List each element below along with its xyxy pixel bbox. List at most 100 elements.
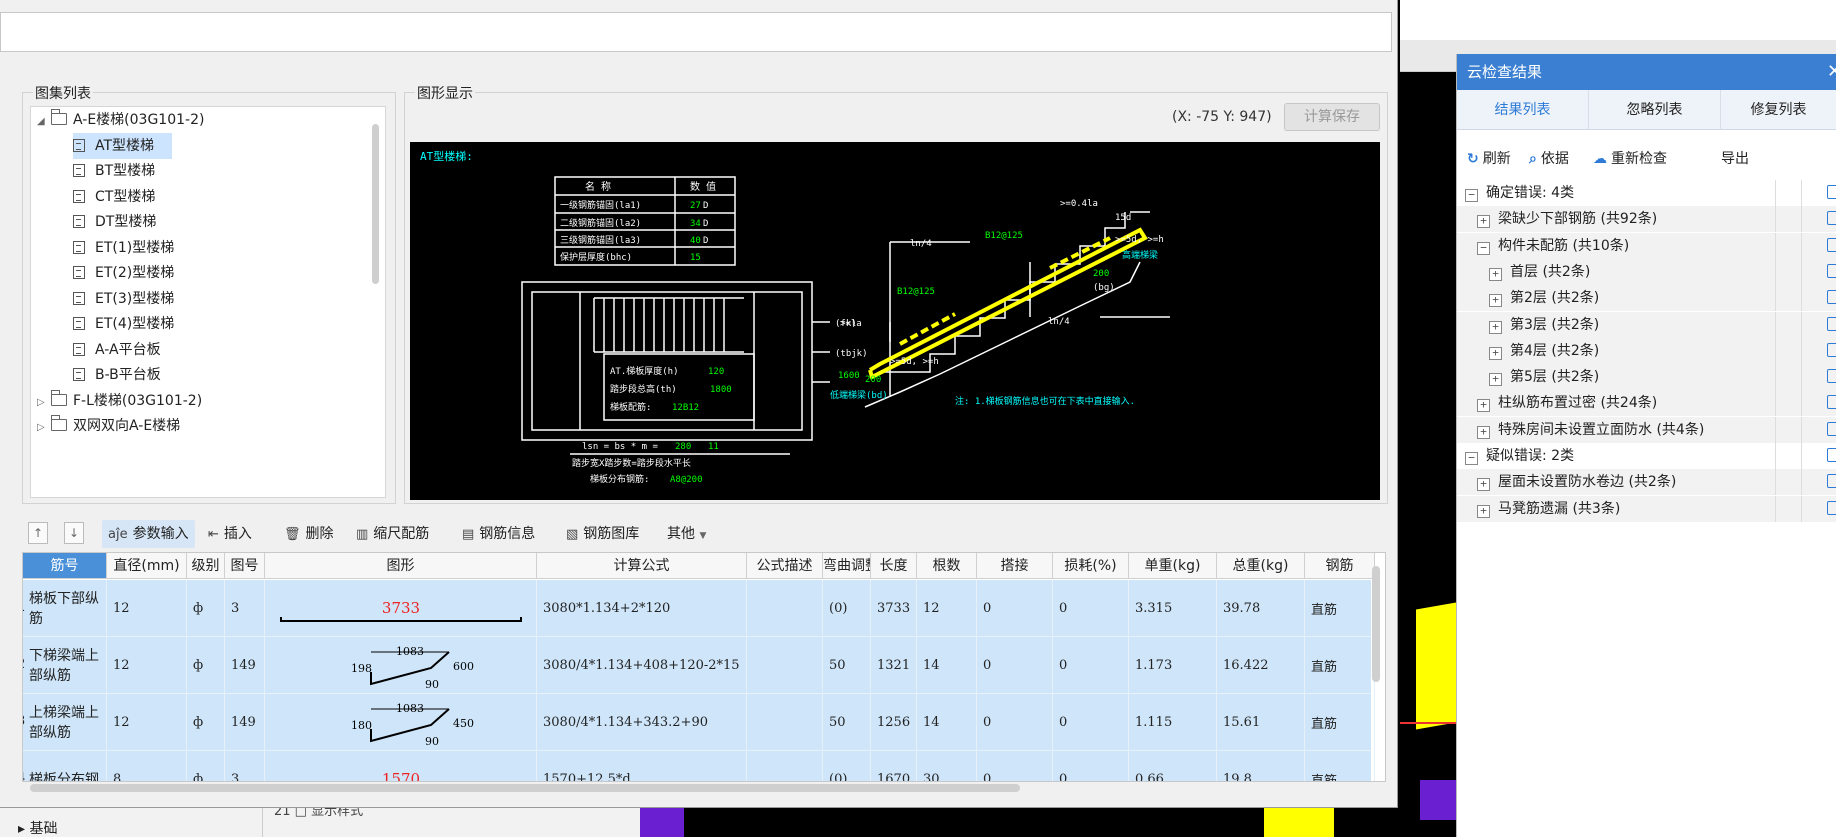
tree-item[interactable]: AT型楼梯 bbox=[73, 132, 173, 159]
result-item[interactable]: + 第5层 (共2条) bbox=[1457, 364, 1836, 391]
cell-count[interactable]: 14 bbox=[917, 637, 977, 694]
edit-icon[interactable] bbox=[1827, 448, 1836, 462]
result-item[interactable]: + 第4层 (共2条) bbox=[1457, 337, 1836, 364]
rebar-table[interactable]: 筋号直径(mm)级别图号图形计算公式公式描述弯曲调整长度根数搭接损耗(%)单重(… bbox=[22, 552, 1386, 782]
expand-icon[interactable]: + bbox=[1477, 215, 1490, 229]
column-header[interactable]: 根数 bbox=[917, 553, 977, 579]
close-icon[interactable]: ✕ bbox=[1827, 54, 1836, 90]
result-item[interactable]: + 第3层 (共2条) bbox=[1457, 311, 1836, 338]
cell-formula[interactable]: 3080/4*1.134+343.2+90 bbox=[537, 694, 747, 751]
cell-count[interactable]: 30 bbox=[917, 751, 977, 781]
cell-name[interactable]: 梯板下部纵筋 bbox=[23, 580, 107, 637]
cell-dia[interactable]: 12 bbox=[107, 694, 187, 751]
other-dropdown[interactable]: 其他 ▼ bbox=[667, 520, 706, 548]
tree-item[interactable]: ET(3)型楼梯 bbox=[73, 286, 174, 312]
tree-item[interactable]: A-A平台板 bbox=[73, 337, 161, 363]
cell-type[interactable]: 直筋 bbox=[1305, 751, 1375, 781]
column-header[interactable]: 公式描述 bbox=[747, 553, 823, 579]
cell-total[interactable]: 16.422 bbox=[1217, 637, 1305, 694]
edit-icon[interactable] bbox=[1827, 316, 1836, 331]
cell-total[interactable]: 15.61 bbox=[1217, 694, 1305, 751]
cell-desc[interactable] bbox=[747, 694, 823, 751]
collapse-icon[interactable]: − bbox=[1465, 452, 1478, 465]
cell-fig[interactable]: 149 bbox=[225, 694, 265, 751]
edit-icon[interactable] bbox=[1827, 395, 1836, 410]
cell-desc[interactable] bbox=[747, 637, 823, 694]
tree-item[interactable]: B-B平台板 bbox=[73, 362, 161, 388]
cell-desc[interactable] bbox=[747, 751, 823, 781]
cell-lap[interactable]: 0 bbox=[977, 580, 1053, 637]
tree-item[interactable]: ET(2)型楼梯 bbox=[73, 260, 174, 286]
result-item[interactable]: − 疑似错误: 2类 bbox=[1457, 443, 1836, 469]
column-header[interactable]: 钢筋 bbox=[1305, 553, 1375, 579]
expand-icon[interactable]: + bbox=[1477, 425, 1490, 439]
cell-name[interactable]: 梯板分布钢 bbox=[23, 751, 107, 781]
result-item[interactable]: − 确定错误: 4类 bbox=[1457, 180, 1836, 206]
tab-repair-list[interactable]: 修复列表 bbox=[1721, 90, 1836, 130]
move-up-button[interactable]: ↑ bbox=[28, 522, 48, 544]
recheck-button[interactable]: ☁ 重新检查 bbox=[1593, 144, 1667, 174]
collapse-icon[interactable]: − bbox=[1465, 189, 1478, 202]
cell-loss[interactable]: 0 bbox=[1053, 694, 1129, 751]
cell-lap[interactable]: 0 bbox=[977, 694, 1053, 751]
cell-fig[interactable]: 3 bbox=[225, 580, 265, 637]
edit-icon[interactable] bbox=[1827, 421, 1836, 436]
edit-icon[interactable] bbox=[1827, 342, 1836, 357]
expand-icon[interactable]: + bbox=[1477, 478, 1490, 492]
cell-formula[interactable]: 3080/4*1.134+408+120-2*15 bbox=[537, 637, 747, 694]
edit-icon[interactable] bbox=[1827, 263, 1836, 278]
cell-desc[interactable] bbox=[747, 580, 823, 637]
rebar-info-button[interactable]: ▤ 钢筋信息 bbox=[462, 520, 535, 548]
collapse-icon[interactable]: − bbox=[1477, 241, 1490, 255]
column-header[interactable]: 筋号 bbox=[23, 553, 107, 579]
basis-button[interactable]: ⌕ 依据 bbox=[1529, 144, 1569, 174]
cell-count[interactable]: 12 bbox=[917, 580, 977, 637]
column-header[interactable]: 直径(mm) bbox=[107, 553, 187, 579]
column-header[interactable]: 图形 bbox=[265, 553, 537, 579]
cell-shape[interactable]: 1570 bbox=[265, 751, 537, 781]
cell-len[interactable]: 1670 bbox=[871, 751, 917, 781]
result-item[interactable]: − 构件未配筋 (共10条) bbox=[1457, 232, 1836, 259]
cell-unit[interactable]: 0.66 bbox=[1129, 751, 1217, 781]
expand-icon[interactable]: + bbox=[1477, 399, 1490, 413]
cell-fig[interactable]: 149 bbox=[225, 637, 265, 694]
edit-icon[interactable] bbox=[1827, 474, 1836, 489]
cell-dia[interactable]: 8 bbox=[107, 751, 187, 781]
caret-right-icon[interactable]: ▷ bbox=[37, 390, 49, 416]
tab-result-list[interactable]: 结果列表 bbox=[1457, 90, 1589, 130]
column-header[interactable]: 总重(kg) bbox=[1217, 553, 1305, 579]
tree-item[interactable]: ET(4)型楼梯 bbox=[73, 311, 174, 337]
table-row[interactable]: 2下梯梁端上部纵筋12ф1491083198600903080/4*1.134+… bbox=[23, 637, 1375, 694]
calc-save-button[interactable]: 计算保存 bbox=[1284, 103, 1380, 131]
rebar-atlas-button[interactable]: ▧ 钢筋图库 bbox=[566, 520, 639, 548]
cell-grade[interactable]: ф bbox=[187, 694, 225, 751]
scale-rebar-button[interactable]: ▥ 缩尺配筋 bbox=[356, 520, 429, 548]
column-header[interactable]: 长度 bbox=[871, 553, 917, 579]
result-item[interactable]: + 柱纵筋布置过密 (共24条) bbox=[1457, 390, 1836, 417]
table-hscrollbar[interactable] bbox=[30, 784, 1020, 792]
expand-icon[interactable]: + bbox=[1489, 294, 1502, 308]
cell-unit[interactable]: 1.115 bbox=[1129, 694, 1217, 751]
cell-name[interactable]: 下梯梁端上部纵筋 bbox=[23, 637, 107, 694]
cell-formula[interactable]: 3080*1.134+2*120 bbox=[537, 580, 747, 637]
tree-folder[interactable]: ◢ A-E楼梯(03G101-2) bbox=[37, 107, 204, 133]
bg-tree-item[interactable]: ▸ 基础 bbox=[18, 818, 57, 837]
cell-name[interactable]: 上梯梁端上部纵筋 bbox=[23, 694, 107, 751]
edit-icon[interactable] bbox=[1827, 211, 1836, 226]
cell-type[interactable]: 直筋 bbox=[1305, 637, 1375, 694]
edit-icon[interactable] bbox=[1827, 237, 1836, 252]
cell-len[interactable]: 1256 bbox=[871, 694, 917, 751]
cell-type[interactable]: 直筋 bbox=[1305, 694, 1375, 751]
cell-lap[interactable]: 0 bbox=[977, 751, 1053, 781]
result-item[interactable]: + 马凳筋遗漏 (共3条) bbox=[1457, 495, 1836, 522]
param-input-button[interactable]: aĵe 参数输入 bbox=[102, 520, 195, 548]
column-header[interactable]: 图号 bbox=[225, 553, 265, 579]
edit-icon[interactable] bbox=[1827, 369, 1836, 384]
tab-ignore-list[interactable]: 忽略列表 bbox=[1589, 90, 1721, 130]
result-item[interactable]: + 梁缺少下部钢筋 (共92条) bbox=[1457, 206, 1836, 233]
cell-bend[interactable]: (0) bbox=[823, 751, 871, 781]
refresh-button[interactable]: ↻ 刷新 bbox=[1467, 144, 1511, 174]
cell-grade[interactable]: ф bbox=[187, 751, 225, 781]
cell-loss[interactable]: 0 bbox=[1053, 637, 1129, 694]
cell-loss[interactable]: 0 bbox=[1053, 751, 1129, 781]
